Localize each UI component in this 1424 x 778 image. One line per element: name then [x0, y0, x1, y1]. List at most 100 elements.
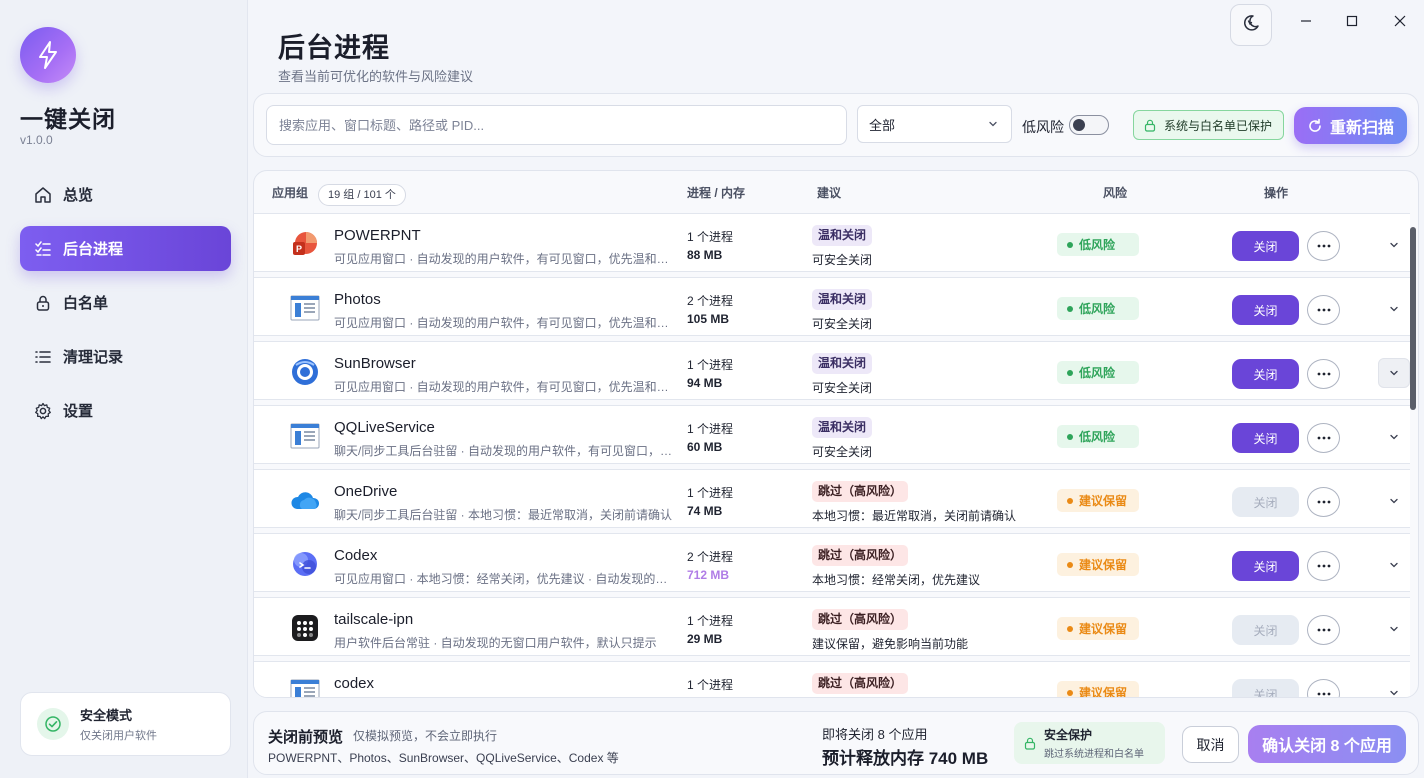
search-input[interactable] [266, 105, 847, 145]
more-options-button[interactable] [1307, 487, 1340, 517]
risk-dot [1067, 305, 1073, 312]
nav-item-background-processes[interactable]: 后台进程 [20, 226, 231, 271]
more-options-button[interactable] [1307, 551, 1340, 581]
protection-status-badge: 系统与白名单已保护 [1133, 110, 1284, 140]
app-name: QQLiveService [334, 419, 435, 436]
chevron-down-icon [1388, 495, 1400, 507]
process-table: 应用组 19 组 / 101 个 进程 / 内存 建议 风险 操作 P POWER… [253, 170, 1419, 698]
rescan-button[interactable]: 重新扫描 [1294, 107, 1407, 144]
more-options-button[interactable] [1307, 359, 1340, 389]
table-row[interactable]: P POWERPNT 可见应用窗口 · 自动发现的用户软件，有可见窗口，优先温和关闭… [254, 213, 1410, 272]
maximize-icon [1346, 14, 1358, 32]
risk-badge: 低风险 [1057, 361, 1139, 384]
risk-dot [1067, 625, 1073, 632]
memory-usage: 60 MB [687, 440, 723, 454]
more-options-button[interactable] [1307, 295, 1340, 325]
suggestion-badge: 温和关闭 [812, 225, 873, 246]
svg-text:P: P [296, 244, 302, 254]
minimize-button[interactable] [1295, 12, 1317, 34]
more-horizontal-icon [1317, 628, 1331, 632]
theme-toggle-button[interactable] [1230, 4, 1272, 46]
nav-item-overview[interactable]: 总览 [20, 172, 231, 217]
expand-row-button[interactable] [1378, 614, 1410, 644]
table-scrollbar[interactable] [1410, 227, 1416, 410]
app-name: codex [334, 675, 375, 692]
table-row[interactable]: SunBrowser 可见应用窗口 · 自动发现的用户软件，有可见窗口，优先温和关… [254, 341, 1410, 400]
nav-label: 白名单 [63, 295, 109, 312]
risk-badge: 建议保留 [1057, 553, 1139, 576]
expand-row-button[interactable] [1378, 550, 1410, 580]
suggestion-badge: 跳过（高风险） [812, 609, 909, 630]
close-window-button[interactable] [1389, 12, 1411, 34]
safe-mode-card[interactable]: 安全模式 仅关闭用户软件 [20, 692, 231, 756]
onedrive-cloud-icon [290, 485, 320, 515]
more-horizontal-icon [1317, 244, 1331, 248]
lock-icon [34, 294, 52, 312]
suggestion-note: 本地习惯：最近常取消，关闭前请确认 [812, 509, 1017, 523]
expand-row-button[interactable] [1378, 230, 1410, 260]
risk-label: 低风险 [1079, 302, 1116, 316]
cancel-button[interactable]: 取消 [1182, 726, 1239, 763]
more-options-button[interactable] [1307, 615, 1340, 645]
expand-row-button[interactable] [1378, 678, 1410, 697]
table-rows: P POWERPNT 可见应用窗口 · 自动发现的用户软件，有可见窗口，优先温和关闭… [254, 213, 1410, 698]
preview-title: 关闭前预览 [268, 729, 344, 746]
risk-dot [1067, 497, 1073, 504]
suggestion-note: 可安全关闭 [812, 381, 873, 395]
low-risk-toggle[interactable] [1069, 115, 1109, 135]
nav-item-settings[interactable]: 设置 [20, 388, 231, 433]
expand-row-button[interactable] [1378, 294, 1410, 324]
close-app-button[interactable]: 关闭 [1232, 551, 1299, 581]
list-icon [34, 348, 52, 366]
nav-item-history[interactable]: 清理记录 [20, 334, 231, 379]
maximize-button[interactable] [1341, 12, 1363, 34]
risk-dot [1067, 241, 1073, 248]
codex-icon [290, 549, 320, 579]
app-name: SunBrowser [334, 355, 416, 372]
process-count: 1 个进程 [687, 422, 734, 436]
app-window-icon [290, 421, 320, 451]
close-app-button[interactable]: 关闭 [1232, 679, 1299, 697]
close-app-button[interactable]: 关闭 [1232, 359, 1299, 389]
app-name: tailscale-ipn [334, 611, 414, 628]
risk-dot [1067, 689, 1073, 696]
refresh-icon [1307, 118, 1323, 134]
table-row[interactable]: codex 1 个进程 跳过（高风险） 建议保留 关闭 [254, 661, 1410, 698]
chevron-down-icon [1388, 367, 1400, 379]
nav-label: 清理记录 [63, 349, 124, 366]
expand-row-button[interactable] [1378, 486, 1410, 516]
close-app-button[interactable]: 关闭 [1232, 231, 1299, 261]
table-row[interactable]: Photos 可见应用窗口 · 自动发现的用户软件，有可见窗口，优先温和关闭 2 个… [254, 277, 1410, 336]
memory-usage: 74 MB [687, 504, 723, 518]
tailscale-icon [290, 613, 320, 643]
preview-count: 即将关闭 8 个应用 [822, 727, 928, 742]
confirm-close-button[interactable]: 确认关闭 8 个应用 [1248, 725, 1406, 763]
table-row[interactable]: QQLiveService 聊天/同步工具后台驻留 · 自动发现的用户软件，有可见… [254, 405, 1410, 464]
nav-label: 设置 [63, 403, 94, 420]
table-row[interactable]: Codex 可见应用窗口 · 本地习惯：经常关闭，优先建议 · 自动发现的用户软件… [254, 533, 1410, 592]
chevron-down-icon [1388, 431, 1400, 443]
more-options-button[interactable] [1307, 231, 1340, 261]
close-app-button[interactable]: 关闭 [1232, 423, 1299, 453]
expand-row-button[interactable] [1378, 422, 1410, 452]
close-app-button[interactable]: 关闭 [1232, 295, 1299, 325]
more-options-button[interactable] [1307, 423, 1340, 453]
table-row[interactable]: OneDrive 聊天/同步工具后台驻留 · 本地习惯：最近常取消，关闭前请确认 1… [254, 469, 1410, 528]
close-app-button[interactable]: 关闭 [1232, 615, 1299, 645]
gear-icon [34, 402, 52, 420]
category-select[interactable]: 全部 [857, 105, 1012, 143]
table-row[interactable]: tailscale-ipn 用户软件后台常驻 · 自动发现的无窗口用户软件，默认只… [254, 597, 1410, 656]
risk-label: 建议保留 [1079, 686, 1128, 698]
more-options-button[interactable] [1307, 679, 1340, 697]
nav-item-whitelist[interactable]: 白名单 [20, 280, 231, 325]
protect-title: 安全保护 [1044, 728, 1093, 742]
powerpoint-icon: P [290, 229, 320, 259]
expand-row-button[interactable] [1378, 358, 1410, 388]
more-horizontal-icon [1317, 692, 1331, 696]
suggestion-badge: 温和关闭 [812, 353, 873, 374]
close-app-button[interactable]: 关闭 [1232, 487, 1299, 517]
nav-label: 后台进程 [63, 241, 124, 258]
safety-protection-badge: 安全保护 跳过系统进程和白名单 [1014, 722, 1165, 764]
memory-usage: 105 MB [687, 312, 730, 326]
app-name: POWERPNT [334, 227, 421, 244]
